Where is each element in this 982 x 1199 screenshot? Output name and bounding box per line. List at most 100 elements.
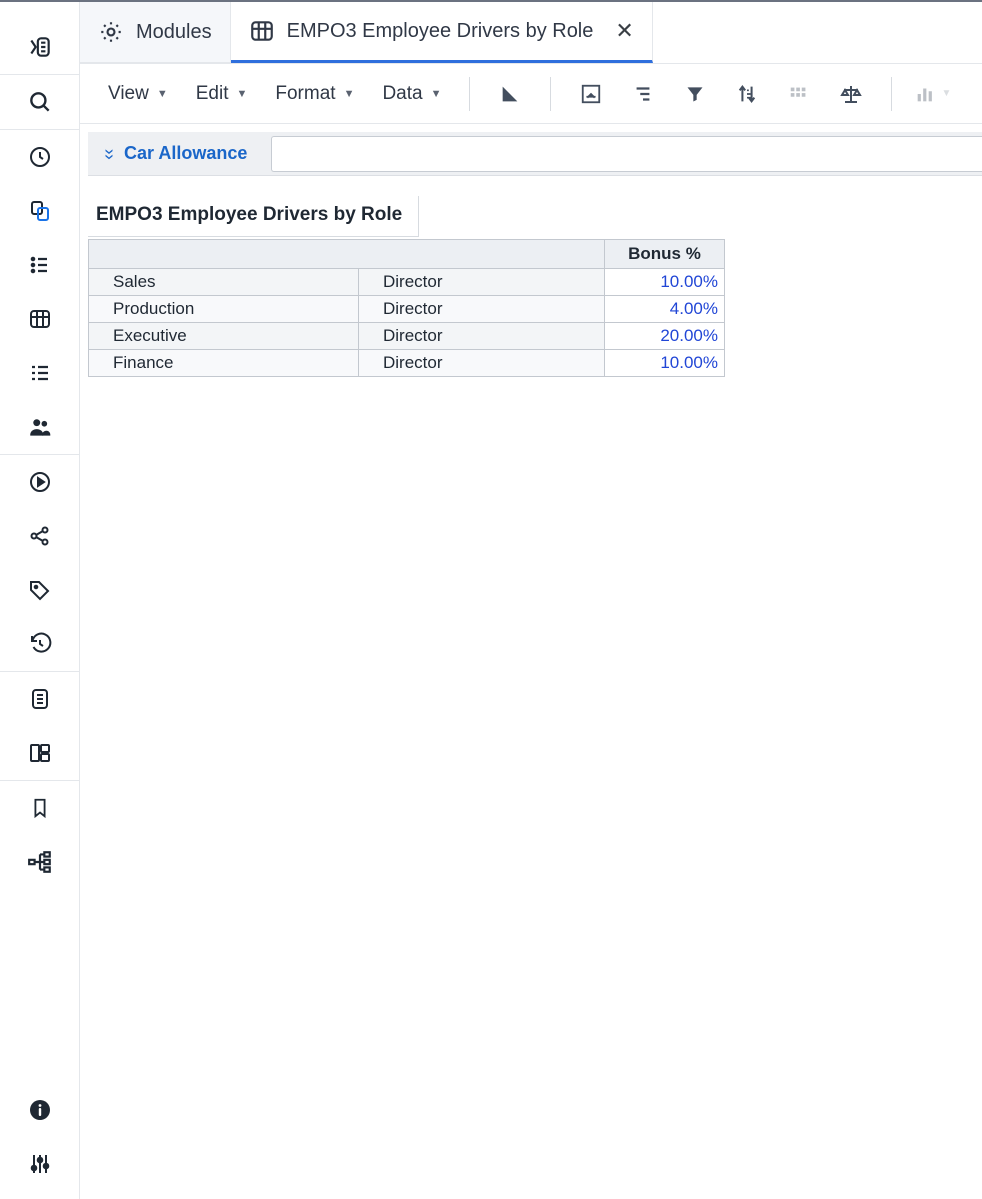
table-row: Production Director 4.00%: [89, 296, 725, 323]
tab-modules[interactable]: Modules: [80, 2, 231, 63]
row-role[interactable]: Director: [359, 269, 605, 296]
play-circle-icon: [28, 470, 52, 494]
tab-active-module[interactable]: EMPO3 Employee Drivers by Role ✕: [231, 2, 653, 63]
hierarchy-icon: [27, 849, 53, 875]
nav-share-button[interactable]: [0, 509, 79, 563]
table-row: Finance Director 10.00%: [89, 350, 725, 377]
nav-hierarchy-button[interactable]: [0, 835, 79, 889]
right-triangle-icon: [499, 83, 521, 105]
filter-chip-car-allowance[interactable]: Car Allowance: [88, 132, 261, 175]
menu-format-label: Format: [275, 83, 335, 105]
nav-line-items-button[interactable]: [0, 346, 79, 400]
search-icon: [27, 89, 53, 115]
line-items-icon: [28, 361, 52, 385]
tool-compare-button[interactable]: [829, 74, 873, 114]
chevron-down-icon: ▼: [431, 88, 442, 100]
nav-tags-button[interactable]: [0, 563, 79, 617]
align-right-icon: [632, 83, 654, 105]
gear-icon: [98, 19, 124, 45]
tool-chart-button: ▼: [910, 74, 954, 114]
info-icon: [28, 1098, 52, 1122]
scales-icon: [839, 82, 863, 106]
bookmark-icon: [29, 797, 51, 819]
data-grid: Bonus % Sales Director 10.00% Production…: [88, 239, 725, 377]
share-icon: [28, 524, 52, 548]
menu-data[interactable]: Data ▼: [372, 77, 451, 111]
filter-bar: Car Allowance: [88, 132, 982, 176]
row-role[interactable]: Director: [359, 350, 605, 377]
sliders-icon: [28, 1152, 52, 1176]
table-icon: [249, 18, 275, 44]
table-row: Executive Director 20.00%: [89, 323, 725, 350]
copy-icon: [28, 199, 52, 223]
toolbar: View▼ Edit ▼ Format▼ Data ▼ ▼: [80, 64, 982, 124]
chevron-down-icon: ▼: [236, 88, 247, 100]
cell-value[interactable]: 10.00%: [605, 350, 725, 377]
tool-pivot-button[interactable]: [569, 74, 613, 114]
dashboard-icon: [28, 741, 52, 765]
tab-active-label: EMPO3 Employee Drivers by Role: [287, 20, 594, 43]
nav-versions-button[interactable]: [0, 184, 79, 238]
row-role[interactable]: Director: [359, 296, 605, 323]
cell-value[interactable]: 4.00%: [605, 296, 725, 323]
left-nav-rail: [0, 2, 80, 1199]
nav-users-button[interactable]: [0, 400, 79, 454]
menu-edit-label: Edit: [196, 83, 229, 105]
nav-settings-button[interactable]: [0, 1137, 79, 1191]
row-dept[interactable]: Finance: [89, 350, 359, 377]
tool-align-button[interactable]: [621, 74, 665, 114]
tool-filter-button[interactable]: [673, 74, 717, 114]
nav-bookmark-button[interactable]: [0, 781, 79, 835]
row-dept[interactable]: Executive: [89, 323, 359, 350]
nav-history-button[interactable]: [0, 617, 79, 671]
sort-icon: [736, 83, 758, 105]
history-icon: [28, 632, 52, 656]
menu-view-label: View: [108, 83, 149, 105]
menu-format[interactable]: Format▼: [265, 77, 364, 111]
menu-data-label: Data: [382, 83, 422, 105]
panel-collapse-icon: [27, 34, 53, 60]
bar-chart-icon: [914, 83, 936, 105]
cells-icon: [788, 83, 810, 105]
nav-notes-button[interactable]: [0, 672, 79, 726]
column-header-bonus[interactable]: Bonus %: [605, 240, 725, 269]
menu-view[interactable]: View▼: [98, 77, 178, 111]
menu-edit[interactable]: Edit ▼: [186, 77, 258, 111]
clock-icon: [28, 145, 52, 169]
row-dept[interactable]: Production: [89, 296, 359, 323]
tab-bar: Modules EMPO3 Employee Drivers by Role ✕: [80, 2, 982, 64]
close-icon[interactable]: ✕: [615, 18, 633, 44]
cell-value[interactable]: 20.00%: [605, 323, 725, 350]
filter-input-box[interactable]: [271, 136, 982, 172]
list-icon: [28, 253, 52, 277]
nav-modules-button[interactable]: [0, 292, 79, 346]
filter-chip-label: Car Allowance: [124, 143, 247, 164]
toolbar-separator: [550, 77, 551, 111]
nav-lists-button[interactable]: [0, 238, 79, 292]
pivot-icon: [580, 83, 602, 105]
blank-header: [89, 240, 605, 269]
tool-conditional-format-button: [777, 74, 821, 114]
row-dept[interactable]: Sales: [89, 269, 359, 296]
tab-modules-label: Modules: [136, 21, 212, 44]
nav-dashboards-button[interactable]: [0, 726, 79, 780]
tool-sort-button[interactable]: [725, 74, 769, 114]
chevron-down-icon: ▼: [942, 88, 952, 99]
grid-table-icon: [28, 307, 52, 331]
tool-triangle-button[interactable]: [488, 74, 532, 114]
table-row: Sales Director 10.00%: [89, 269, 725, 296]
nav-info-button[interactable]: [0, 1083, 79, 1137]
double-chevron-down-icon: [102, 147, 116, 161]
toolbar-separator: [891, 77, 892, 111]
filter-icon: [685, 84, 705, 104]
nav-time-button[interactable]: [0, 130, 79, 184]
toolbar-separator: [469, 77, 470, 111]
nav-actions-button[interactable]: [0, 455, 79, 509]
collapse-panel-button[interactable]: [0, 20, 79, 74]
cell-value[interactable]: 10.00%: [605, 269, 725, 296]
row-role[interactable]: Director: [359, 323, 605, 350]
module-title-container: EMPO3 Employee Drivers by Role: [88, 196, 419, 237]
search-button[interactable]: [0, 75, 79, 129]
document-icon: [28, 687, 52, 711]
users-icon: [27, 414, 53, 440]
